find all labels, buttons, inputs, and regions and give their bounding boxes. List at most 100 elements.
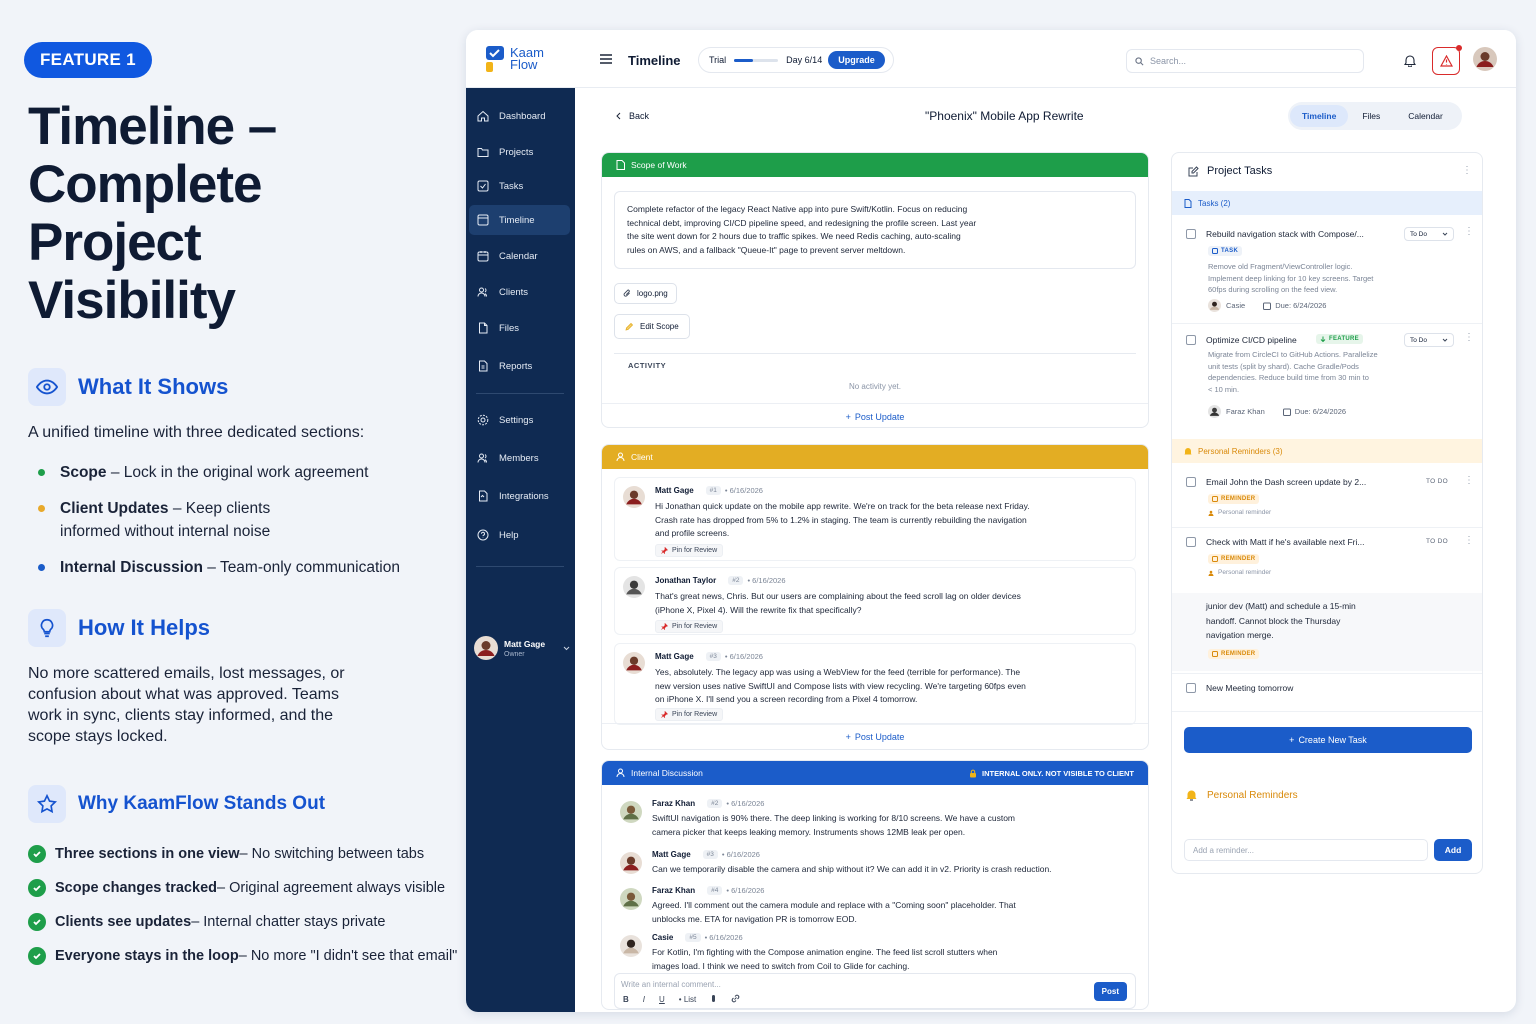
- link-icon[interactable]: [731, 994, 740, 1005]
- list-item: Internal Discussion – Team-only communic…: [38, 556, 444, 579]
- reminder-item[interactable]: Check with Matt if he's available next F…: [1172, 535, 1482, 585]
- list-item: Clients see updates – Internal chatter s…: [28, 913, 444, 931]
- avatar: [620, 935, 642, 957]
- sidebar-item-settings[interactable]: Settings: [469, 405, 570, 435]
- reminder-item[interactable]: Email John the Dash screen update by 2..…: [1172, 475, 1482, 525]
- hamburger-menu-icon[interactable]: [600, 54, 612, 64]
- alert-button[interactable]: [1432, 45, 1462, 75]
- tab-files[interactable]: Files: [1348, 111, 1394, 121]
- task-item[interactable]: Optimize CI/CD pipeline FEATURE To Do ⋮ …: [1172, 329, 1482, 425]
- check-icon: [28, 913, 46, 931]
- avatar: [623, 486, 645, 508]
- scope-text: Complete refactor of the legacy React Na…: [614, 191, 1136, 269]
- sections-list: Scope – Lock in the original work agreem…: [38, 461, 444, 579]
- add-reminder-button[interactable]: Add: [1434, 839, 1472, 861]
- create-new-task-button[interactable]: + Create New Task: [1184, 727, 1472, 753]
- post-comment-button[interactable]: Post: [1093, 982, 1127, 1001]
- task-checkbox[interactable]: [1186, 229, 1196, 239]
- reminder-checkbox[interactable]: [1186, 683, 1196, 693]
- italic-button[interactable]: I: [643, 995, 645, 1004]
- avatar: [620, 888, 642, 910]
- underline-button[interactable]: U: [659, 995, 665, 1004]
- edit-scope-button[interactable]: Edit Scope: [614, 314, 690, 339]
- lock-icon: [970, 769, 977, 777]
- chevron-down-icon: [1442, 338, 1448, 342]
- reminder-tag: REMINDER: [1208, 494, 1260, 504]
- project-header: Back "Phoenix" Mobile App Rewrite Timeli…: [602, 102, 1482, 132]
- what-it-shows-title: What It Shows: [78, 374, 229, 399]
- chevron-down-icon: [563, 646, 570, 650]
- reminder-checkbox[interactable]: [1186, 537, 1196, 547]
- personal-reminders-band[interactable]: Personal Reminders (3): [1172, 439, 1482, 463]
- more-options-icon[interactable]: ⋮: [1464, 535, 1474, 546]
- more-options-icon[interactable]: ⋮: [1464, 226, 1474, 237]
- post-update-button[interactable]: + Post Update: [602, 723, 1148, 749]
- tasks-band[interactable]: Tasks (2): [1172, 191, 1482, 215]
- sidebar-item-members[interactable]: Members: [469, 443, 570, 473]
- trial-progress-bar: [734, 58, 779, 62]
- comment-input[interactable]: Write an internal comment...: [621, 980, 721, 989]
- search-input[interactable]: Search...: [1126, 49, 1364, 73]
- post-update-button[interactable]: + Post Update: [602, 403, 1148, 427]
- list-button[interactable]: • List: [679, 995, 696, 1004]
- logo[interactable]: Kaam Flow: [486, 46, 544, 72]
- sidebar-item-help[interactable]: Help: [469, 520, 570, 550]
- avatar: [620, 852, 642, 874]
- bold-button[interactable]: B: [623, 995, 629, 1004]
- internal-comment-composer[interactable]: Write an internal comment... B I U • Lis…: [614, 973, 1136, 1009]
- sidebar-item-files[interactable]: Files: [469, 313, 570, 343]
- reminder-checkbox[interactable]: [1186, 477, 1196, 487]
- task-item[interactable]: Rebuild navigation stack with Compose/..…: [1172, 223, 1482, 319]
- bell-icon[interactable]: [1404, 54, 1416, 67]
- warning-icon: [1439, 55, 1453, 67]
- task-checkbox[interactable]: [1186, 335, 1196, 345]
- pin-for-review-button[interactable]: Pin for Review: [655, 544, 724, 557]
- what-it-shows-header: What It Shows: [24, 368, 444, 406]
- kaamflow-logo-icon: [486, 46, 504, 72]
- square-icon: [1212, 651, 1218, 657]
- sidebar-item-clients[interactable]: Clients: [469, 277, 570, 307]
- pin-for-review-button[interactable]: Pin for Review: [655, 708, 724, 721]
- more-options-icon[interactable]: ⋮: [1462, 165, 1472, 176]
- scope-header: Scope of Work: [602, 153, 1148, 177]
- sidebar-item-integrations[interactable]: Integrations: [469, 481, 570, 511]
- avatar: [620, 801, 642, 823]
- user-icon: [616, 452, 625, 462]
- status-select[interactable]: To Do: [1404, 227, 1454, 241]
- user-menu[interactable]: Matt Gage Owner: [474, 636, 570, 660]
- internal-notice: INTERNAL ONLY. NOT VISIBLE TO CLIENT: [969, 769, 1134, 778]
- reminder-tag: REMINDER: [1208, 554, 1260, 564]
- sidebar-item-tasks[interactable]: Tasks: [469, 171, 570, 201]
- more-options-icon[interactable]: ⋮: [1464, 332, 1474, 343]
- reminder-item[interactable]: New Meeting tomorrow: [1172, 681, 1482, 705]
- reminder-input[interactable]: Add a reminder...: [1184, 839, 1428, 861]
- file-icon: [479, 322, 488, 334]
- status-select[interactable]: To Do: [1404, 333, 1454, 347]
- search-icon: [1135, 56, 1144, 65]
- pin-for-review-button[interactable]: Pin for Review: [655, 620, 724, 633]
- calendar-icon: [1263, 302, 1272, 310]
- tab-calendar[interactable]: Calendar: [1394, 111, 1457, 121]
- gear-icon: [477, 414, 489, 426]
- more-options-icon[interactable]: ⋮: [1464, 475, 1474, 486]
- sidebar-item-projects[interactable]: Projects: [469, 137, 570, 167]
- sidebar-item-timeline[interactable]: Timeline: [469, 205, 570, 235]
- client-card: Client Matt Gage #1 • 6/16/2026 Hi Jonatha…: [601, 444, 1149, 750]
- tab-timeline[interactable]: Timeline: [1290, 105, 1349, 127]
- check-icon: [28, 879, 46, 897]
- internal-card: Internal Discussion INTERNAL ONLY. NOT V…: [601, 760, 1149, 1010]
- square-icon: [1212, 556, 1218, 562]
- sidebar-item-calendar[interactable]: Calendar: [469, 241, 570, 271]
- upgrade-button[interactable]: Upgrade: [828, 51, 885, 69]
- back-button[interactable]: Back: [616, 111, 649, 121]
- calendar-icon: [1282, 408, 1291, 416]
- pin-icon: [661, 711, 668, 718]
- list-item: Client Updates – Keep clients informed w…: [38, 497, 328, 543]
- sidebar-item-dashboard[interactable]: Dashboard: [469, 101, 570, 131]
- list-item: Scope changes tracked – Original agreeme…: [28, 879, 445, 897]
- check-icon: [28, 845, 46, 863]
- attachment-chip[interactable]: logo.png: [614, 283, 677, 304]
- sidebar-item-reports[interactable]: Reports: [469, 351, 570, 381]
- attach-icon[interactable]: [710, 994, 717, 1005]
- avatar[interactable]: [1473, 47, 1497, 71]
